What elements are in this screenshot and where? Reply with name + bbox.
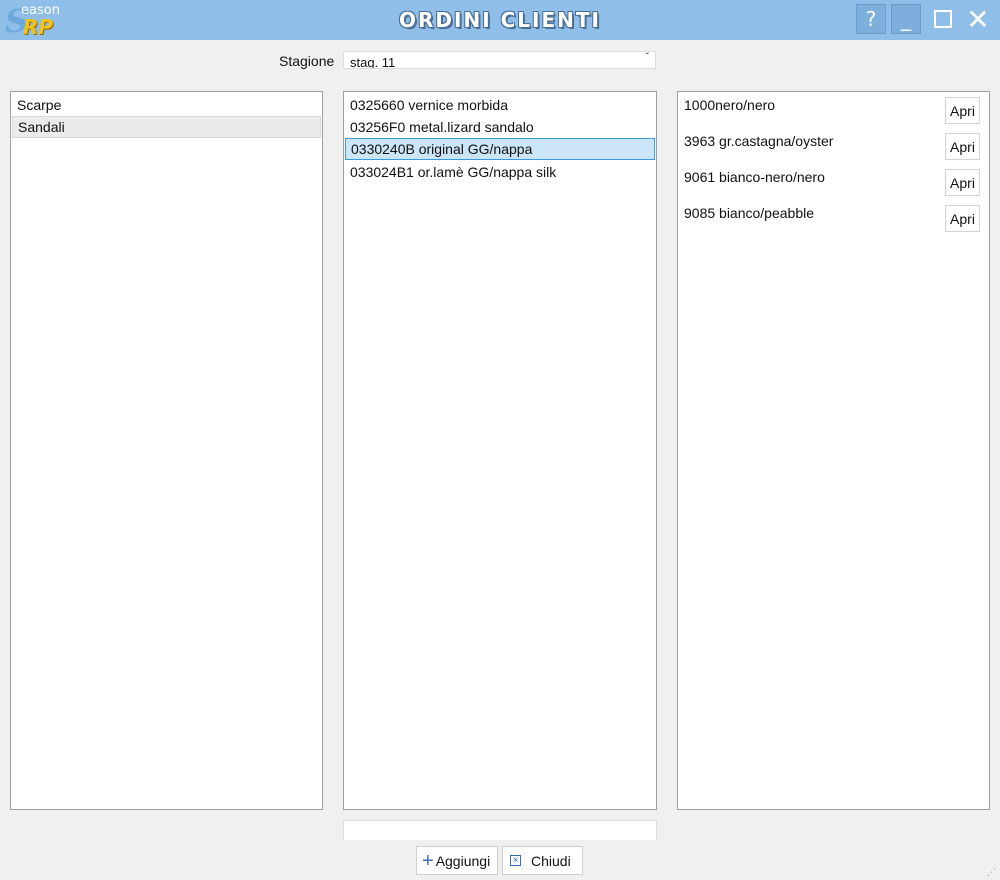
help-icon: ? — [865, 7, 877, 31]
article-item[interactable]: 033024B1 or.lamè GG/nappa silk — [345, 161, 655, 183]
window-title: ORDINI CLIENTI — [399, 8, 601, 32]
list-item-label: 0325660 vernice morbida — [350, 97, 508, 113]
list-item-label: Scarpe — [17, 97, 62, 113]
notes-field[interactable] — [343, 820, 657, 840]
open-color-button[interactable]: Apri — [945, 169, 980, 196]
season-select[interactable]: stag. 11 ˇ — [343, 51, 656, 69]
season-label: Stagione — [279, 53, 335, 69]
season-value: stag. 11 — [350, 55, 396, 69]
article-item-selected[interactable]: 0330240B original GG/nappa — [345, 138, 655, 160]
list-item-label: 03256F0 metal.lizard sandalo — [350, 119, 534, 135]
articles-list[interactable]: 0325660 vernice morbida 03256F0 metal.li… — [343, 91, 657, 810]
colors-list: 1000nero/nero Apri 3963 gr.castagna/oyst… — [677, 91, 990, 810]
minimize-icon: _ — [901, 7, 911, 31]
open-color-button[interactable]: Apri — [945, 133, 980, 160]
add-button[interactable]: + Aggiungi — [416, 846, 498, 875]
open-color-button[interactable]: Apri — [945, 205, 980, 232]
help-button[interactable]: ? — [856, 4, 886, 34]
category-item-scarpe[interactable]: Scarpe — [12, 94, 321, 116]
close-icon: ✕ — [966, 2, 990, 36]
close-box-icon: × — [510, 855, 521, 866]
minimize-button[interactable]: _ — [891, 4, 921, 34]
plus-icon: + — [422, 849, 434, 872]
maximize-icon — [934, 10, 952, 28]
close-button[interactable]: × Chiudi — [502, 846, 583, 875]
maximize-button[interactable] — [928, 4, 958, 34]
title-bar: S eason RP ORDINI CLIENTI ? _ ✕ — [0, 0, 1000, 40]
categories-list[interactable]: Scarpe Sandali — [10, 91, 323, 810]
article-item[interactable]: 0325660 vernice morbida — [345, 94, 655, 116]
color-label: 1000nero/nero — [684, 97, 776, 113]
color-label: 9061 bianco-nero/nero — [684, 169, 825, 185]
add-button-label: Aggiungi — [435, 852, 491, 869]
color-label: 3963 gr.castagna/oyster — [684, 133, 834, 149]
article-item[interactable]: 03256F0 metal.lizard sandalo — [345, 116, 655, 138]
color-label: 9085 bianco/peabble — [684, 205, 815, 221]
list-item-label: 0330240B original GG/nappa — [351, 141, 533, 157]
chevron-down-icon: ˇ — [645, 52, 649, 63]
list-item-label: Sandali — [18, 119, 65, 135]
close-window-button[interactable]: ✕ — [963, 2, 993, 36]
resize-grip-icon[interactable]: ⋰ — [987, 867, 997, 877]
app-logo: S eason RP — [5, 2, 65, 39]
list-item-label: 033024B1 or.lamè GG/nappa silk — [350, 164, 557, 180]
open-color-button[interactable]: Apri — [945, 97, 980, 124]
category-item-sandali[interactable]: Sandali — [12, 116, 321, 138]
logo-big-text: RP — [23, 15, 54, 39]
close-button-label: Chiudi — [531, 852, 571, 869]
